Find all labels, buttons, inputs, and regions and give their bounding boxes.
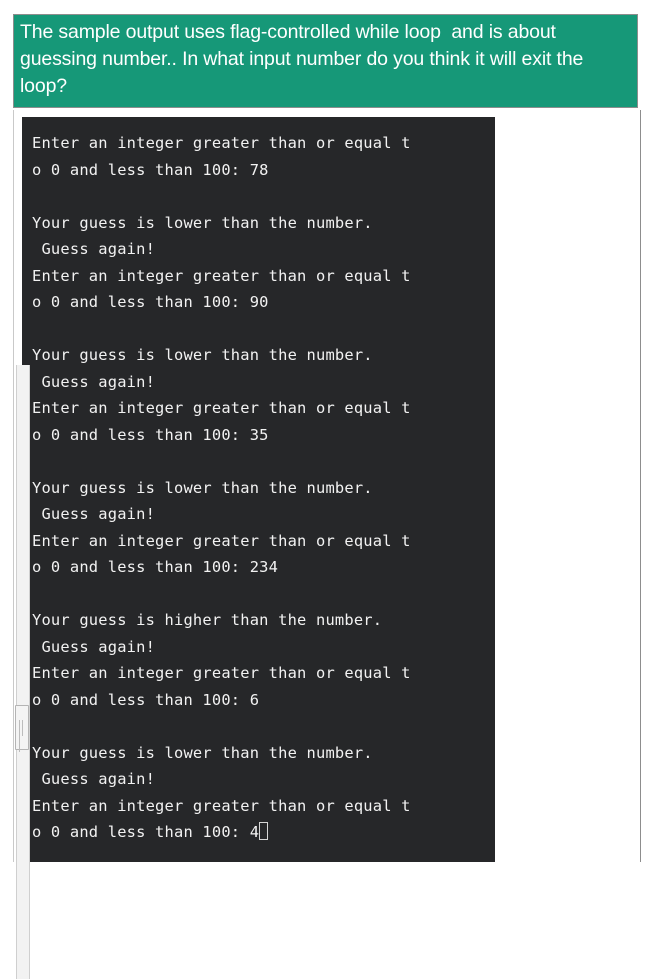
console-line: o 0 and less than 100: 4 (32, 819, 495, 846)
scrollbar-track[interactable] (16, 365, 30, 979)
console-line: Enter an integer greater than or equal t (32, 664, 411, 682)
text-cursor (259, 822, 269, 840)
question-text: The sample output uses flag-controlled w… (20, 21, 589, 97)
console-line: o 0 and less than 100: 78 (32, 160, 269, 179)
page-right-rule (640, 110, 641, 862)
scrollbar-grip-icon (19, 720, 25, 752)
console-vertical-scrollbar[interactable] (14, 365, 30, 979)
console-line: Your guess is higher than the number. (32, 611, 383, 629)
console-line: Your guess is lower than the number. (32, 213, 373, 232)
console-line: Guess again! (32, 505, 156, 523)
console-line: Guess again! (32, 637, 156, 656)
console-line: o 0 and less than 100: 6 (32, 690, 260, 709)
console-line: Guess again! (32, 240, 156, 258)
scrollbar-thumb[interactable] (15, 705, 29, 752)
console-line: Enter an integer greater than or equal t (32, 399, 411, 417)
console-text: Enter an integer greater than or equal t… (32, 130, 495, 846)
console-line: Enter an integer greater than or equal t (32, 134, 411, 152)
console-line: Your guess is lower than the number. (32, 346, 373, 364)
console-screen[interactable]: Enter an integer greater than or equal t… (22, 117, 495, 862)
console-line: Enter an integer greater than or equal t (32, 531, 411, 550)
console-line: Guess again! (32, 372, 156, 391)
console-output-panel: Enter an integer greater than or equal t… (14, 117, 495, 979)
console-line: Enter an integer greater than or equal t (32, 266, 411, 285)
question-banner: The sample output uses flag-controlled w… (13, 14, 638, 108)
console-line: Your guess is lower than the number. (32, 743, 373, 762)
console-line: o 0 and less than 100: 234 (32, 558, 279, 576)
console-line: o 0 and less than 100: 35 (32, 425, 269, 444)
console-line: o 0 and less than 100: 90 (32, 293, 269, 311)
console-line: Guess again! (32, 770, 156, 788)
console-line: Enter an integer greater than or equal t (32, 796, 411, 815)
console-line: Your guess is lower than the number. (32, 478, 373, 497)
